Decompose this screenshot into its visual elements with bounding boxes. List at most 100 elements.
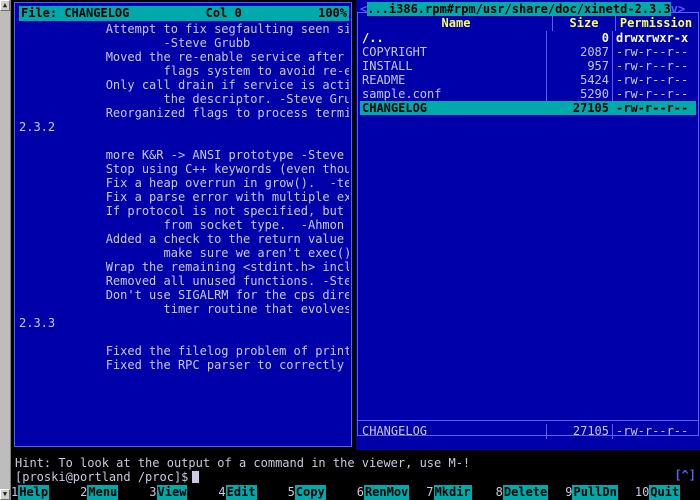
viewer-line: 2.3.2 bbox=[19, 120, 56, 134]
function-key-f5[interactable]: 5 Copy bbox=[287, 485, 357, 500]
file-size-cell: 5290 bbox=[580, 87, 609, 101]
viewer-line: Don't use SIGALRM for the cps directive. bbox=[105, 288, 349, 302]
window-scrollbar[interactable]: ▲ ▼ bbox=[0, 0, 11, 500]
function-key-label: RenMov bbox=[363, 485, 410, 500]
function-key-f9[interactable]: 9 PullDn bbox=[565, 485, 635, 500]
viewer-line: Moved the re-enable service after cps vi bbox=[105, 50, 345, 64]
function-key-label: Edit bbox=[225, 485, 257, 500]
viewer-text-area[interactable]: Attempt to fix segfaulting seen since 2.… bbox=[17, 22, 349, 444]
function-key-f1[interactable]: 1 Help bbox=[11, 485, 80, 500]
terminal-screen: ▲ ▼ File: CHANGELOG Col 0 100% Attempt t… bbox=[0, 0, 700, 500]
viewer-line: timer routine that evolves aroun bbox=[163, 302, 349, 316]
file-name-cell: COPYRIGHT bbox=[362, 45, 428, 59]
viewer-file-label: File: CHANGELOG bbox=[21, 6, 130, 20]
function-key-number: 4 bbox=[218, 485, 226, 500]
function-key-label: Delete bbox=[502, 485, 549, 500]
viewer-line bbox=[17, 330, 349, 344]
file-permission-cell: -rw-r--r-- bbox=[616, 87, 689, 101]
function-key-number: 1 bbox=[11, 485, 19, 500]
function-key-number: 3 bbox=[149, 485, 157, 500]
function-key-f2[interactable]: 2 Menu bbox=[80, 485, 149, 500]
function-key-f4[interactable]: 4 Edit bbox=[218, 485, 287, 500]
panel-right-arrow-icon[interactable]: v> bbox=[671, 2, 685, 16]
viewer-line: flags system to avoid re-entranc bbox=[163, 64, 349, 78]
file-permission-cell: -rw-r--r-- bbox=[616, 45, 689, 59]
viewer-line: Added a check to the return value of env bbox=[105, 232, 345, 246]
file-size-cell: 5424 bbox=[580, 73, 609, 87]
viewer-line: the descriptor. -Steve Grubb bbox=[19, 92, 349, 106]
viewer-line: Stop using C++ keywords (even though thi bbox=[105, 162, 349, 176]
function-key-f7[interactable]: 7 Mkdir bbox=[426, 485, 495, 500]
hint-line: Hint: To look at the output of a command… bbox=[15, 456, 471, 470]
file-list-rows: /.. 0 drwxrwxr-x COPYRIGHT 2087 -rw-r--r-- INS… bbox=[360, 31, 696, 115]
viewer-line: If protocol is not specified, but socket bbox=[105, 204, 345, 218]
viewer-line: -Steve Grubb bbox=[19, 36, 251, 50]
updown-indicator[interactable]: [^] bbox=[674, 468, 696, 482]
file-size-cell: 27105 bbox=[572, 101, 609, 115]
viewer-line: from socket type. -Ahmon Dancy bbox=[163, 218, 345, 232]
file-list-header: Name Size Permission bbox=[360, 16, 696, 31]
function-key-number: 2 bbox=[80, 485, 88, 500]
function-key-f3[interactable]: 3 View bbox=[149, 485, 218, 500]
terminal-content: File: CHANGELOG Col 0 100% Attempt to fi… bbox=[11, 0, 700, 500]
table-row[interactable]: sample.conf 5290 -rw-r--r-- bbox=[360, 87, 696, 101]
viewer-line: Only call drain if service is active. De bbox=[105, 78, 349, 92]
viewer-line: Fix a parse error with multiple explict bbox=[105, 190, 349, 204]
table-row[interactable]: COPYRIGHT 2087 -rw-r--r-- bbox=[360, 45, 696, 59]
column-header-name[interactable]: Name bbox=[360, 16, 552, 31]
function-key-f6[interactable]: 6 RenMov bbox=[356, 485, 427, 500]
viewer-line bbox=[17, 134, 349, 148]
function-key-label: Quit bbox=[649, 485, 681, 500]
file-permission-cell: -rw-r--r-- bbox=[616, 101, 689, 115]
function-key-number: 9 bbox=[565, 485, 573, 500]
function-key-label: PullDn bbox=[572, 485, 618, 500]
table-row[interactable]: /.. 0 drwxrwxr-x bbox=[360, 31, 696, 45]
shell-prompt: [proski@portland /proc]$ bbox=[15, 470, 189, 484]
table-row[interactable]: CHANGELOG 27105 -rw-r--r-- bbox=[360, 101, 696, 115]
function-key-label: Help bbox=[18, 485, 50, 500]
viewer-line: Fix a heap overrun in grow(). -teg@redh bbox=[105, 176, 349, 190]
function-key-f10[interactable]: 10 Quit bbox=[634, 485, 700, 500]
panels-container: File: CHANGELOG Col 0 100% Attempt to fi… bbox=[11, 0, 700, 452]
panel-left-arrow-icon[interactable]: < bbox=[360, 2, 367, 16]
file-size-cell: 0 bbox=[601, 31, 609, 45]
viewer-line: Wrap the remaining <stdint.h> includes w bbox=[105, 260, 349, 274]
file-list-panel[interactable]: < ...i386.rpm#rpm/usr/share/doc/xinetd-2… bbox=[356, 0, 700, 450]
column-header-permission[interactable]: Permission bbox=[616, 16, 696, 31]
file-panel-mini-status: CHANGELOG 27105 -rw-r--r-- bbox=[360, 424, 696, 439]
scrollbar-track[interactable] bbox=[0, 11, 10, 489]
table-row[interactable]: README 5424 -rw-r--r-- bbox=[360, 73, 696, 87]
scrollbar-down-arrow[interactable]: ▼ bbox=[0, 489, 10, 500]
file-permission-cell: drwxrwxr-x bbox=[616, 31, 689, 45]
scrollbar-up-arrow[interactable]: ▲ bbox=[0, 0, 10, 11]
function-key-label: Mkdir bbox=[433, 485, 472, 500]
function-key-label: Copy bbox=[294, 485, 326, 500]
file-permission-cell: -rw-r--r-- bbox=[616, 73, 689, 87]
mini-status-permission: -rw-r--r-- bbox=[616, 424, 689, 438]
viewer-line: 2.3.3 bbox=[19, 316, 56, 330]
file-panel-title[interactable]: < ...i386.rpm#rpm/usr/share/doc/xinetd-2… bbox=[360, 2, 696, 16]
function-key-number: 5 bbox=[287, 485, 295, 500]
command-line[interactable]: [proski@portland /proc]$ bbox=[11, 470, 700, 484]
function-key-f8[interactable]: 8 Delete bbox=[495, 485, 566, 500]
viewer-line: Reorganized flags to process terminating bbox=[105, 106, 349, 120]
function-key-number: 10 bbox=[634, 485, 650, 500]
function-key-label: View bbox=[156, 485, 188, 500]
file-panel-separator bbox=[358, 420, 698, 421]
table-row[interactable]: INSTALL 957 -rw-r--r-- bbox=[360, 59, 696, 73]
file-size-cell: 2087 bbox=[580, 45, 609, 59]
viewer-col-label: Col 0 bbox=[205, 6, 242, 20]
file-size-cell: 957 bbox=[587, 59, 609, 73]
column-header-size[interactable]: Size bbox=[553, 16, 615, 31]
viewer-status-bar: File: CHANGELOG Col 0 100% bbox=[19, 6, 349, 21]
function-key-bar: 1 Help 2 Menu 3 View 4 Edit 5 Copy 6 RenMov 7 Mkdir 8 D… bbox=[11, 485, 700, 500]
file-name-cell: INSTALL bbox=[362, 59, 413, 73]
file-name-cell: README bbox=[362, 73, 406, 87]
function-key-number: 8 bbox=[495, 485, 503, 500]
viewer-line: make sure we aren't exec()ing wi bbox=[163, 246, 349, 260]
file-viewer-panel[interactable]: File: CHANGELOG Col 0 100% Attempt to fi… bbox=[14, 2, 352, 447]
function-key-number: 6 bbox=[356, 485, 364, 500]
viewer-line: Fixed the RPC parser to correctly handle bbox=[105, 358, 345, 372]
viewer-line: Fixed the filelog problem of printing ga bbox=[105, 344, 349, 358]
viewer-percent-label: 100% bbox=[318, 6, 347, 20]
